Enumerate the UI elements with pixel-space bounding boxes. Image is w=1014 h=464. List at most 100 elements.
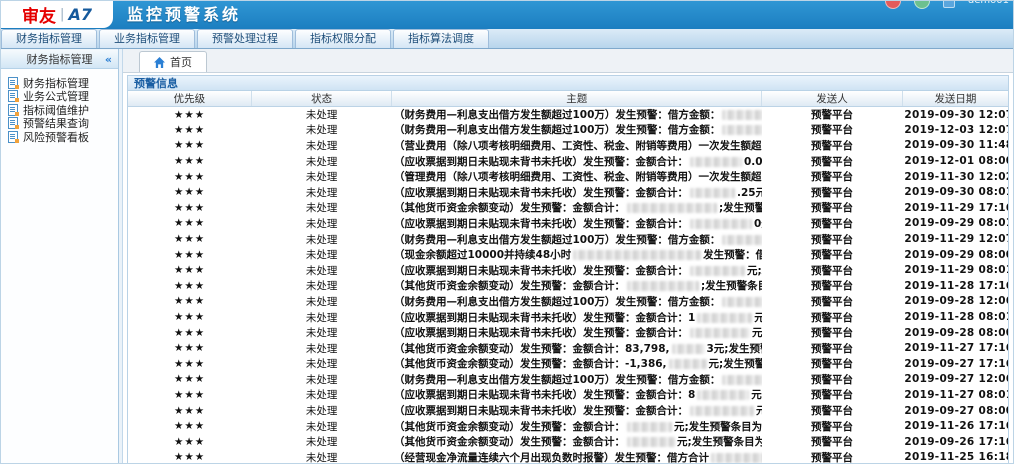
status-label: 未处理 bbox=[251, 107, 392, 123]
subject-cell[interactable]: （其他货币资金余额变动）发生预警：金额合计：;发生预警条目为13条。 bbox=[392, 200, 762, 216]
table-row[interactable]: ★★★未处理（其他货币资金余额变动）发生预警：金额合计：83,798,3元;发生… bbox=[128, 340, 1008, 356]
tab-1[interactable]: 财务指标管理 bbox=[1, 29, 97, 48]
column-header[interactable]: 主题 bbox=[392, 91, 762, 107]
breadcrumb-home-tab[interactable]: 首页 bbox=[139, 51, 207, 72]
subject-cell[interactable]: （其他货币资金余额变动）发生预警：金额合计：元;发生预警条目为10条。 bbox=[392, 434, 762, 450]
tab-3[interactable]: 预警处理过程 bbox=[197, 29, 293, 48]
redacted-amount bbox=[690, 188, 735, 198]
sender-label: 预警平台 bbox=[762, 216, 903, 232]
subject-cell[interactable]: （营业费用（除八项考核明细费用、工资性、税金、附销等费用）一次发生额超10万预警… bbox=[392, 138, 762, 154]
logo-text-right: A7 bbox=[68, 5, 92, 24]
subject-cell[interactable]: （应收票据到期日未贴现未背书未托收）发生预警：金额合计：元;发生预警条目为13条… bbox=[392, 325, 762, 341]
breadcrumb-bar: 首页 bbox=[123, 49, 1013, 73]
user-blue-square-icon[interactable] bbox=[943, 0, 955, 8]
redacted-amount bbox=[690, 157, 742, 167]
table-row[interactable]: ★★★未处理（财务费用—利息支出借方发生额超过100万）发生预警：借方金额：3元… bbox=[128, 231, 1008, 247]
sender-label: 预警平台 bbox=[762, 450, 903, 464]
document-icon bbox=[8, 117, 18, 129]
sidebar-item[interactable]: 风险预警看板 bbox=[8, 130, 118, 143]
table-row[interactable]: ★★★未处理（经营现金净流量连续六个月出现负数时报警）发生预警：借方合计;发生预… bbox=[128, 450, 1008, 464]
table-row[interactable]: ★★★未处理（财务费用—利息支出借方发生额超过100万）发生预警：借方金额：元;… bbox=[128, 372, 1008, 388]
collapse-sidebar-icon[interactable]: « bbox=[105, 50, 112, 70]
subject-cell[interactable]: （应收票据到期日未贴现未背书未托收）发生预警：金额合计：元;发生预警条目为21条… bbox=[392, 262, 762, 278]
sender-label: 预警平台 bbox=[762, 325, 903, 341]
redacted-amount bbox=[690, 219, 752, 229]
table-row[interactable]: ★★★未处理（财务费用—利息支出借方发生额超过100万）发生预警：借方金额：元;… bbox=[128, 107, 1008, 123]
priority-stars: ★★★ bbox=[128, 262, 251, 278]
priority-stars: ★★★ bbox=[128, 169, 251, 185]
status-label: 未处理 bbox=[251, 231, 392, 247]
column-header[interactable]: 状态 bbox=[251, 91, 392, 107]
subject-cell[interactable]: （现金余额超过10000并持续48小时发生预警：借方余额4元;发生预警条目为1条… bbox=[392, 247, 762, 263]
table-row[interactable]: ★★★未处理（财务费用—利息支出借方发生额超过100万）发生预警：借方金额：;发… bbox=[128, 122, 1008, 138]
subject-cell[interactable]: （管理费用（除八项考核明细费用、工资性、税金、附销等费用）一次发生额超10万预警… bbox=[392, 169, 762, 185]
tab-5[interactable]: 指标算法调度 bbox=[393, 29, 489, 48]
table-row[interactable]: ★★★未处理（其他货币资金余额变动）发生预警：金额合计：-1,386,元;发生预… bbox=[128, 356, 1008, 372]
status-label: 未处理 bbox=[251, 138, 392, 154]
status-label: 未处理 bbox=[251, 372, 392, 388]
table-row[interactable]: ★★★未处理（其他货币资金余额变动）发生预警：金额合计：元;发生预警条目为5条。… bbox=[128, 418, 1008, 434]
table-row[interactable]: ★★★未处理（应收票据到期日未贴现未背书未托收）发生预警：金额合计：0.00元;… bbox=[128, 153, 1008, 169]
home-icon bbox=[154, 57, 165, 68]
priority-stars: ★★★ bbox=[128, 309, 251, 325]
redacted-amount bbox=[722, 235, 761, 245]
priority-stars: ★★★ bbox=[128, 372, 251, 388]
sender-label: 预警平台 bbox=[762, 107, 903, 123]
sender-label: 预警平台 bbox=[762, 294, 903, 310]
subject-cell[interactable]: （应收票据到期日未贴现未背书未托收）发生预警：金额合计：1元;发生预警条目为11… bbox=[392, 309, 762, 325]
subject-cell[interactable]: （应收票据到期日未贴现未背书未托收）发生预警：金额合计：元;发生预警条目为22条… bbox=[392, 403, 762, 419]
table-row[interactable]: ★★★未处理（应收票据到期日未贴现未背书未托收）发生预警：金额合计：0元;发生预… bbox=[128, 216, 1008, 232]
table-row[interactable]: ★★★未处理（其他货币资金余额变动）发生预警：金额合计：;发生预警条目为10条。… bbox=[128, 278, 1008, 294]
table-row[interactable]: ★★★未处理（应收票据到期日未贴现未背书未托收）发生预警：金额合计：元;发生预警… bbox=[128, 403, 1008, 419]
send-date: 2019-09-27 12:06:54 bbox=[902, 372, 1008, 388]
subject-cell[interactable]: （其他货币资金余额变动）发生预警：金额合计：-1,386,元;发生预警条目为5条… bbox=[392, 356, 762, 372]
table-row[interactable]: ★★★未处理（应收票据到期日未贴现未背书未托收）发生预警：金额合计：8元;发生预… bbox=[128, 387, 1008, 403]
sender-label: 预警平台 bbox=[762, 278, 903, 294]
table-row[interactable]: ★★★未处理（应收票据到期日未贴现未背书未托收）发生预警：金额合计：.25元;发… bbox=[128, 184, 1008, 200]
subject-cell[interactable]: （其他货币资金余额变动）发生预警：金额合计：元;发生预警条目为5条。 bbox=[392, 418, 762, 434]
send-date: 2019-12-03 12:07:06 bbox=[902, 122, 1008, 138]
table-row[interactable]: ★★★未处理（管理费用（除八项考核明细费用、工资性、税金、附销等费用）一次发生额… bbox=[128, 169, 1008, 185]
priority-stars: ★★★ bbox=[128, 278, 251, 294]
subject-cell[interactable]: （经营现金净流量连续六个月出现负数时报警）发生预警：借方合计;发生预警条目为6条… bbox=[392, 450, 762, 464]
table-row[interactable]: ★★★未处理（应收票据到期日未贴现未背书未托收）发生预警：金额合计：元;发生预警… bbox=[128, 325, 1008, 341]
send-date: 2019-09-29 08:01:06 bbox=[902, 216, 1008, 232]
sender-label: 预警平台 bbox=[762, 403, 903, 419]
table-row[interactable]: ★★★未处理（现金余额超过10000并持续48小时发生预警：借方余额4元;发生预… bbox=[128, 247, 1008, 263]
subject-cell[interactable]: （应收票据到期日未贴现未背书未托收）发生预警：金额合计：.25元;发生预警条目为… bbox=[392, 184, 762, 200]
logo-text-left: 审友 bbox=[22, 2, 56, 27]
send-date: 2019-09-30 12:07:09 bbox=[902, 107, 1008, 123]
table-row[interactable]: ★★★未处理（其他货币资金余额变动）发生预警：金额合计：元;发生预警条目为10条… bbox=[128, 434, 1008, 450]
tab-4[interactable]: 指标权限分配 bbox=[295, 29, 391, 48]
send-date: 2019-09-26 17:16:45 bbox=[902, 434, 1008, 450]
table-row[interactable]: ★★★未处理（其他货币资金余额变动）发生预警：金额合计：;发生预警条目为13条。… bbox=[128, 200, 1008, 216]
table-row[interactable]: ★★★未处理（应收票据到期日未贴现未背书未托收）发生预警：金额合计：元;发生预警… bbox=[128, 262, 1008, 278]
subject-cell[interactable]: （财务费用—利息支出借方发生额超过100万）发生预警：借方金额：元;发生预警条目… bbox=[392, 372, 762, 388]
send-date: 2019-11-30 12:02:40 bbox=[902, 169, 1008, 185]
status-label: 未处理 bbox=[251, 340, 392, 356]
table-row[interactable]: ★★★未处理（营业费用（除八项考核明细费用、工资性、税金、附销等费用）一次发生额… bbox=[128, 138, 1008, 154]
column-header[interactable]: 优先级 bbox=[128, 91, 251, 107]
tab-2[interactable]: 业务指标管理 bbox=[99, 29, 195, 48]
alert-red-circle-icon[interactable] bbox=[885, 0, 901, 9]
redacted-amount bbox=[690, 328, 750, 338]
document-icon bbox=[8, 90, 18, 102]
redacted-amount bbox=[627, 437, 675, 447]
subject-cell[interactable]: （财务费用—利息支出借方发生额超过100万）发生预警：借方金额：5元;发生预警条… bbox=[392, 294, 762, 310]
status-label: 未处理 bbox=[251, 450, 392, 464]
app-logo: 审友 | A7 bbox=[1, 1, 113, 28]
subject-cell[interactable]: （应收票据到期日未贴现未背书未托收）发生预警：金额合计：8元;发生预警条目为3条… bbox=[392, 387, 762, 403]
subject-cell[interactable]: （其他货币资金余额变动）发生预警：金额合计：83,798,3元;发生预警条目为1… bbox=[392, 340, 762, 356]
message-green-circle-icon[interactable] bbox=[914, 0, 930, 9]
status-label: 未处理 bbox=[251, 309, 392, 325]
subject-cell[interactable]: （财务费用—利息支出借方发生额超过100万）发生预警：借方金额：;发生预警条目为… bbox=[392, 122, 762, 138]
subject-cell[interactable]: （其他货币资金余额变动）发生预警：金额合计：;发生预警条目为10条。 bbox=[392, 278, 762, 294]
column-header[interactable]: 发送日期 bbox=[902, 91, 1008, 107]
table-row[interactable]: ★★★未处理（应收票据到期日未贴现未背书未托收）发生预警：金额合计：1元;发生预… bbox=[128, 309, 1008, 325]
column-header[interactable]: 发送人 bbox=[762, 91, 903, 107]
subject-cell[interactable]: （应收票据到期日未贴现未背书未托收）发生预警：金额合计：0元;发生预警条目为21… bbox=[392, 216, 762, 232]
subject-cell[interactable]: （应收票据到期日未贴现未背书未托收）发生预警：金额合计：0.00元;发生预警条目… bbox=[392, 153, 762, 169]
subject-cell[interactable]: （财务费用—利息支出借方发生额超过100万）发生预警：借方金额：3元;发生预警条… bbox=[392, 231, 762, 247]
table-row[interactable]: ★★★未处理（财务费用—利息支出借方发生额超过100万）发生预警：借方金额：5元… bbox=[128, 294, 1008, 310]
subject-cell[interactable]: （财务费用—利息支出借方发生额超过100万）发生预警：借方金额：元;发生预警条目… bbox=[392, 107, 762, 123]
